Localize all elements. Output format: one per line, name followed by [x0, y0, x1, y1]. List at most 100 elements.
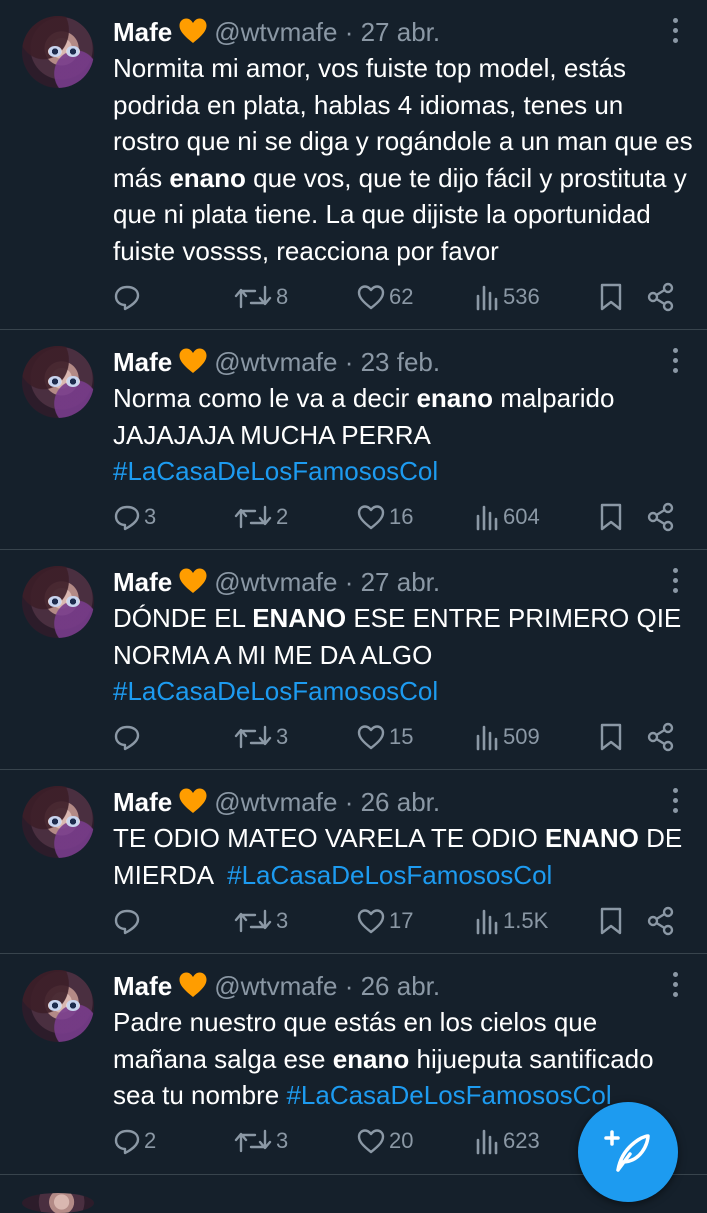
user-handle[interactable]: @wtvmafe	[214, 787, 337, 817]
bookmark-button[interactable]	[598, 279, 624, 315]
reply-button[interactable]: 2	[113, 1123, 156, 1159]
like-icon	[357, 1129, 385, 1154]
retweet-count: 2	[276, 504, 289, 529]
tweet-actions: 3 17 1.5K	[0, 903, 707, 939]
compose-tweet-button[interactable]	[578, 1102, 678, 1202]
more-options-button[interactable]	[673, 18, 679, 46]
tweet-date[interactable]: 26 abr.	[361, 787, 441, 817]
share-icon	[647, 722, 674, 752]
display-name[interactable]: Mafe	[113, 567, 172, 597]
tweet-date[interactable]: 27 abr.	[361, 567, 441, 597]
tweet[interactable]: Mafe @wtvmafe · 23 feb. Norma como le va a…	[0, 330, 707, 550]
tweet-text-segment: DÓNDE EL	[113, 603, 253, 633]
tweet-header: Mafe @wtvmafe · 27 abr.	[113, 14, 440, 50]
bookmark-button[interactable]	[598, 719, 624, 755]
more-options-button[interactable]	[673, 348, 679, 376]
reply-button[interactable]: 3	[113, 499, 156, 535]
retweet-button[interactable]: 3	[233, 1123, 288, 1159]
tweet[interactable]: Mafe @wtvmafe · 27 abr. Normita mi amor, v…	[0, 0, 707, 330]
reply-button[interactable]	[113, 903, 144, 939]
tweet-actions: 3 2 16 604	[0, 499, 707, 535]
avatar[interactable]	[22, 970, 94, 1042]
user-handle[interactable]: @wtvmafe	[214, 17, 337, 47]
views-button[interactable]: 1.5K	[474, 903, 548, 939]
more-icon	[673, 18, 679, 43]
compose-tweet-icon	[604, 1130, 650, 1172]
views-count: 536	[503, 284, 540, 309]
views-button[interactable]: 536	[474, 279, 540, 315]
retweet-button[interactable]: 8	[233, 279, 288, 315]
display-name[interactable]: Mafe	[113, 787, 172, 817]
reply-button[interactable]	[113, 719, 144, 755]
like-button[interactable]: 15	[356, 719, 413, 755]
retweet-icon	[234, 1129, 272, 1153]
user-handle[interactable]: @wtvmafe	[214, 971, 337, 1001]
share-button[interactable]	[646, 719, 676, 755]
highlighted-term: ENANO	[252, 603, 347, 633]
share-button[interactable]	[646, 279, 676, 315]
separator-dot: ·	[344, 567, 354, 597]
like-icon	[357, 909, 385, 934]
tweet-date[interactable]: 26 abr.	[361, 971, 441, 1001]
separator-dot: ·	[344, 971, 354, 1001]
retweet-button[interactable]: 3	[233, 719, 288, 755]
avatar[interactable]	[22, 346, 94, 418]
highlighted-term: enano	[169, 162, 246, 193]
avatar[interactable]	[22, 566, 94, 638]
more-icon	[673, 972, 679, 997]
like-icon	[357, 725, 385, 750]
more-options-button[interactable]	[673, 972, 679, 1000]
hashtag-link[interactable]: #LaCasaDeLosFamososCol	[227, 860, 552, 890]
like-button[interactable]: 20	[356, 1123, 413, 1159]
display-name[interactable]: Mafe	[113, 347, 172, 377]
more-options-button[interactable]	[673, 788, 679, 816]
like-count: 17	[389, 908, 414, 933]
like-button[interactable]: 62	[356, 279, 413, 315]
views-icon	[476, 505, 498, 531]
views-button[interactable]: 509	[474, 719, 540, 755]
tweet-actions: 8 62 536	[0, 279, 707, 315]
avatar[interactable]	[22, 16, 94, 88]
like-button[interactable]: 16	[356, 499, 413, 535]
retweet-count: 3	[276, 908, 289, 933]
user-handle[interactable]: @wtvmafe	[214, 567, 337, 597]
bookmark-button[interactable]	[598, 499, 624, 535]
views-count: 509	[503, 724, 540, 749]
like-button[interactable]: 17	[356, 903, 413, 939]
views-count: 604	[503, 504, 540, 529]
share-button[interactable]	[646, 903, 676, 939]
bookmark-button[interactable]	[598, 903, 624, 939]
bookmark-icon	[600, 503, 622, 531]
retweet-button[interactable]: 3	[233, 903, 288, 939]
hashtag-link[interactable]: #LaCasaDeLosFamososCol	[113, 676, 438, 706]
tweet[interactable]: Mafe @wtvmafe · 27 abr. DÓNDE EL ENANO ESE…	[0, 550, 707, 770]
display-name[interactable]: Mafe	[113, 971, 172, 1001]
avatar[interactable]	[22, 786, 94, 858]
more-icon	[673, 788, 679, 813]
hashtag-link[interactable]: #LaCasaDeLosFamososCol	[286, 1080, 611, 1110]
views-icon	[476, 909, 498, 935]
share-button[interactable]	[646, 499, 676, 535]
views-button[interactable]: 623	[474, 1123, 540, 1159]
user-handle[interactable]: @wtvmafe	[214, 347, 337, 377]
separator-dot: ·	[344, 347, 354, 377]
more-options-button[interactable]	[673, 568, 679, 596]
views-button[interactable]: 604	[474, 499, 540, 535]
tweet-text: Norma como le va a decir enano malparido…	[113, 380, 693, 490]
orange-heart-icon	[179, 972, 207, 997]
display-name[interactable]: Mafe	[113, 17, 172, 47]
like-count: 20	[389, 1128, 414, 1153]
orange-heart-icon	[179, 18, 207, 43]
like-count: 62	[389, 284, 414, 309]
reply-button[interactable]	[113, 279, 144, 315]
tweet-date[interactable]: 27 abr.	[361, 17, 441, 47]
retweet-count: 8	[276, 284, 289, 309]
retweet-button[interactable]: 2	[233, 499, 288, 535]
retweet-icon	[234, 505, 272, 529]
tweet-text-segment: Norma como le va a decir	[113, 383, 417, 413]
tweet[interactable]: Mafe @wtvmafe · 26 abr. TE ODIO MATEO VARE…	[0, 770, 707, 954]
bookmark-icon	[600, 723, 622, 751]
tweet-date[interactable]: 23 feb.	[361, 347, 441, 377]
tweet-header: Mafe @wtvmafe · 26 abr.	[113, 784, 440, 820]
hashtag-link[interactable]: #LaCasaDeLosFamososCol	[113, 456, 438, 486]
